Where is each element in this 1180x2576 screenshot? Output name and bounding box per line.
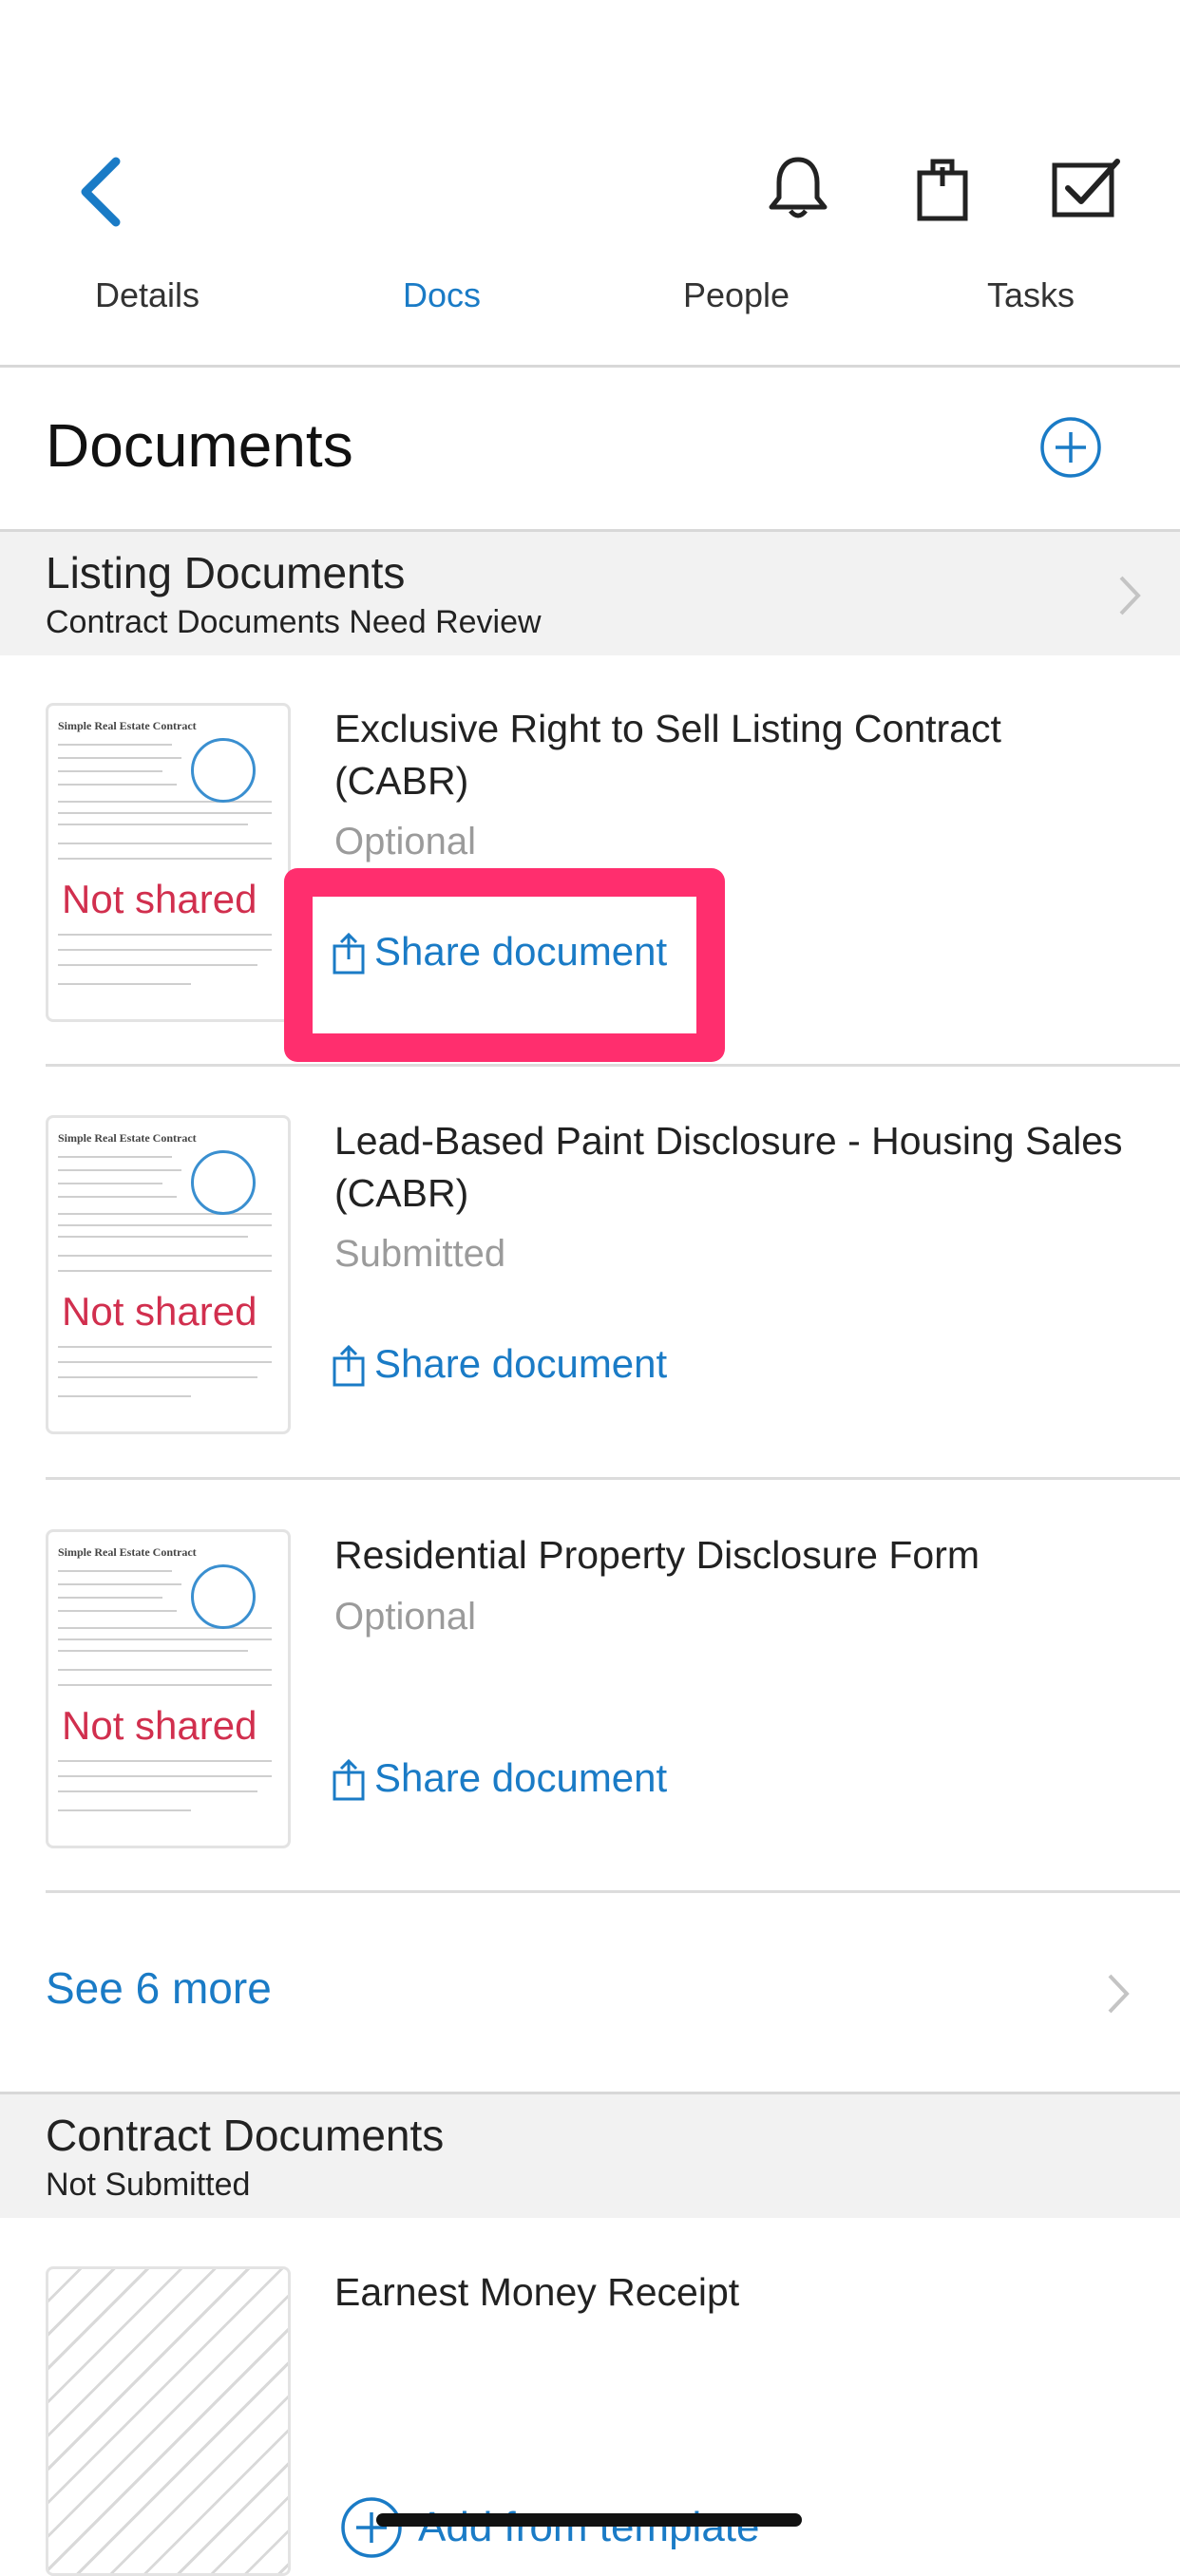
add-document-icon[interactable] (1039, 416, 1102, 479)
document-thumbnail[interactable]: Simple Real Estate Contract Not shared (46, 1115, 291, 1434)
chevron-right-icon (1119, 576, 1141, 616)
section-title: Contract Documents (46, 2111, 445, 2160)
row-divider (46, 1890, 1180, 1893)
add-circle-icon (341, 2497, 402, 2558)
not-shared-badge: Not shared (62, 1289, 257, 1335)
document-title[interactable]: Earnest Money Receipt (334, 2266, 1142, 2319)
status-ring-icon (191, 1564, 256, 1629)
header-divider (0, 365, 1180, 368)
section-header-contract-documents[interactable]: Contract Documents Not Submitted (0, 2092, 1180, 2218)
document-title[interactable]: Residential Property Disclosure Form (334, 1529, 1142, 1582)
document-status: Optional (334, 1596, 476, 1638)
row-divider (46, 1064, 1180, 1067)
add-from-template-label: Add from template (418, 2504, 760, 2550)
document-status: Optional (334, 821, 476, 862)
section-subtitle: Contract Documents Need Review (46, 604, 542, 640)
document-title[interactable]: Lead-Based Paint Disclosure - Housing Sa… (334, 1115, 1142, 1220)
add-from-template-button[interactable]: Add from template (340, 2496, 760, 2559)
share-document-label: Share document (374, 1755, 668, 1800)
page-title: Documents (46, 411, 353, 480)
document-thumbnail[interactable]: Simple Real Estate Contract Not shared (46, 1529, 291, 1848)
document-title[interactable]: Exclusive Right to Sell Listing Contract… (334, 703, 1142, 807)
shopping-bag-icon[interactable] (904, 150, 980, 226)
chevron-right-icon[interactable] (1104, 1970, 1132, 2017)
empty-document-placeholder[interactable] (46, 2266, 291, 2576)
document-status: Submitted (334, 1233, 506, 1275)
tab-people[interactable]: People (589, 275, 884, 315)
share-document-button[interactable]: Share document (333, 1341, 667, 1387)
section-title: Listing Documents (46, 548, 406, 597)
bell-icon[interactable] (760, 150, 836, 226)
share-icon (333, 1759, 365, 1801)
thumbnail-heading: Simple Real Estate Contract (58, 719, 197, 732)
see-more-link[interactable]: See 6 more (46, 1962, 272, 2014)
share-document-label: Share document (374, 1341, 668, 1386)
home-indicator[interactable] (376, 2513, 802, 2527)
share-icon (333, 1345, 365, 1387)
thumbnail-heading: Simple Real Estate Contract (58, 1131, 197, 1145)
highlight-box (284, 868, 725, 1062)
section-header-listing-documents[interactable]: Listing Documents Contract Documents Nee… (0, 529, 1180, 655)
thumbnail-heading: Simple Real Estate Contract (58, 1545, 197, 1559)
tab-bar: Details Docs People Tasks (0, 275, 1180, 361)
share-document-button[interactable]: Share document (333, 1755, 667, 1801)
row-divider (46, 1477, 1180, 1480)
tab-docs[interactable]: Docs (295, 275, 589, 315)
back-chevron-icon[interactable] (74, 154, 131, 230)
status-ring-icon (191, 1150, 256, 1215)
status-ring-icon (191, 738, 256, 803)
not-shared-badge: Not shared (62, 1703, 257, 1749)
tab-tasks[interactable]: Tasks (884, 275, 1178, 315)
section-subtitle: Not Submitted (46, 2167, 251, 2203)
tab-details[interactable]: Details (0, 275, 295, 315)
tasks-checkbox-icon[interactable] (1047, 150, 1123, 226)
document-thumbnail[interactable]: Simple Real Estate Contract Not shared (46, 703, 291, 1022)
not-shared-badge: Not shared (62, 877, 257, 922)
